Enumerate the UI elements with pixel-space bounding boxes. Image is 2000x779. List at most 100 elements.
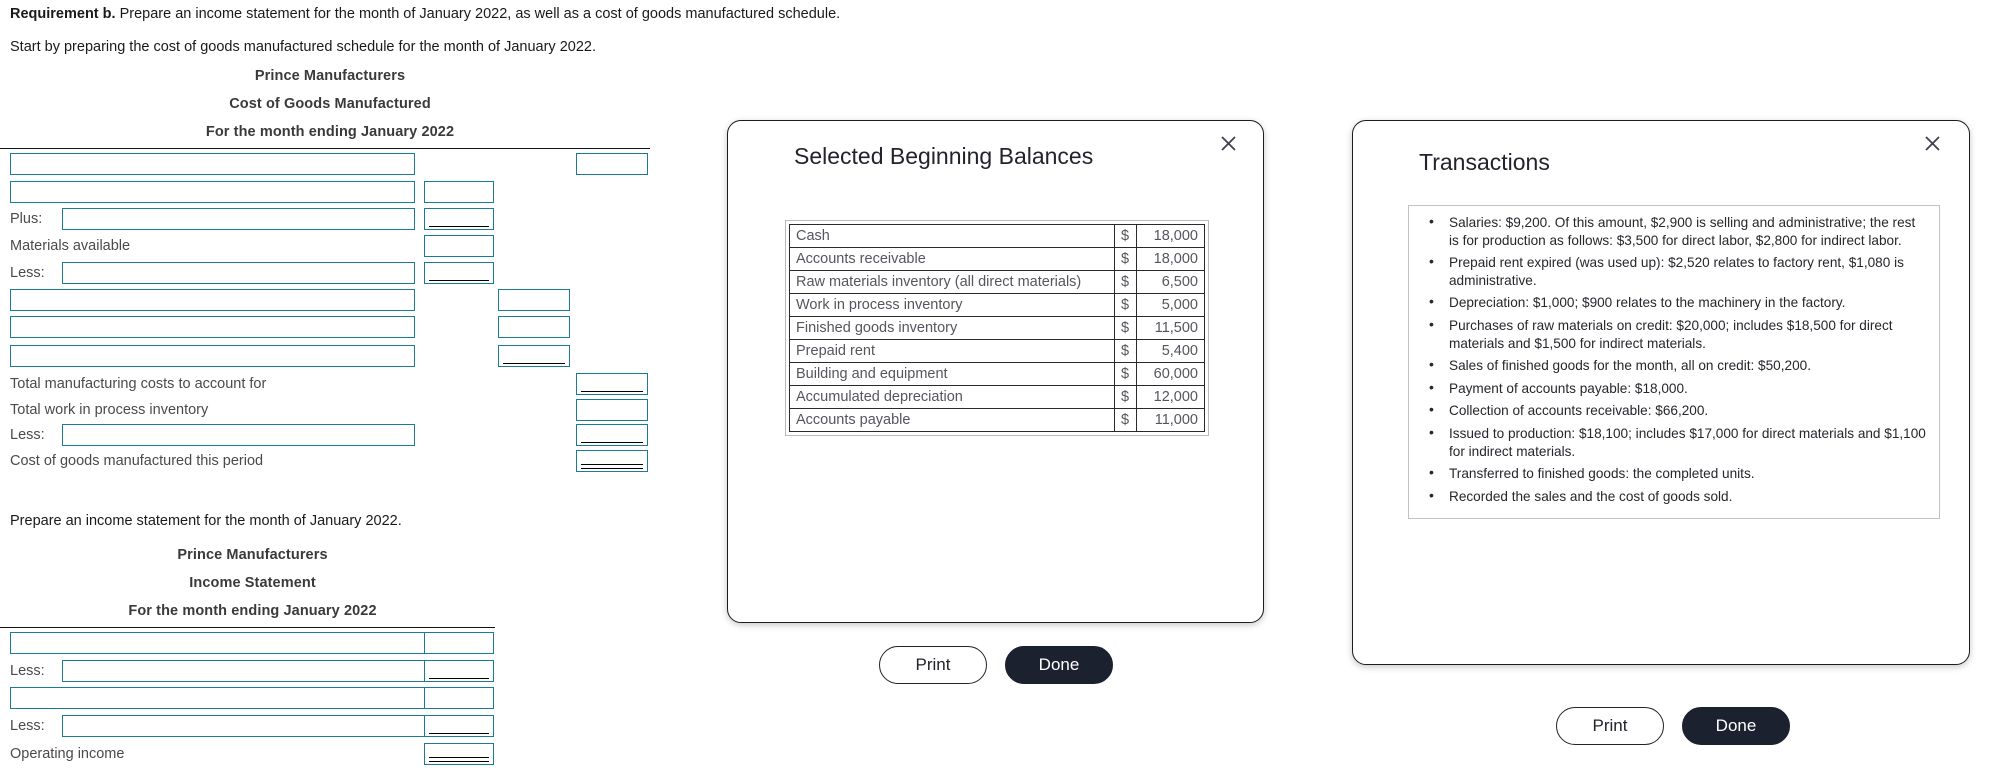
balance-currency: $ [1114, 293, 1137, 317]
cogm-r6-description-input[interactable] [10, 288, 415, 311]
income-company: Prince Manufacturers [177, 547, 328, 563]
balance-amount: 18,000 [1136, 224, 1205, 248]
cogm-r3-amount-input[interactable] [424, 207, 494, 230]
close-icon[interactable] [1924, 135, 1941, 152]
cogm-r3-label: Plus: [10, 210, 43, 227]
income-r3-amount-input[interactable] [424, 686, 494, 709]
cogm-row-5: Less: [0, 259, 660, 286]
cogm-r12-total-input[interactable] [576, 450, 648, 472]
cogm-r1-total-input[interactable] [576, 152, 648, 175]
income-instruction: Prepare an income statement for the mont… [10, 513, 402, 529]
income-row-3 [0, 684, 505, 711]
transactions-dialog-titlebar: Transactions [1353, 121, 1969, 177]
income-row-5: Operating income [0, 740, 505, 767]
cogm-row-11: Less: [0, 422, 660, 448]
transactions-dialog: Transactions Salaries: $9,200. Of this a… [1352, 120, 1970, 745]
cogm-r11-label: Less: [10, 427, 45, 443]
cogm-row-1 [0, 149, 660, 178]
balances-dialog-actions: Print Done [879, 646, 1113, 684]
cogm-r8-description-input[interactable] [10, 344, 415, 367]
income-r5-amount-input[interactable] [424, 742, 494, 765]
cogm-worksheet: Prince Manufacturers Cost of Goods Manuf… [0, 62, 660, 474]
cogm-row-2 [0, 178, 660, 205]
balance-currency: $ [1114, 385, 1137, 409]
balance-account: Accumulated depreciation [789, 385, 1115, 409]
income-r2-description-input[interactable] [62, 659, 425, 682]
income-r1-description-input[interactable] [10, 631, 425, 654]
requirement-label: Requirement b. [10, 6, 116, 22]
close-icon[interactable] [1220, 135, 1237, 152]
cogm-row-6 [0, 286, 660, 313]
print-button[interactable]: Print [879, 646, 987, 684]
cogm-r9-total-input[interactable] [576, 373, 648, 395]
income-statement: Income Statement [189, 575, 316, 591]
table-row: Accounts receivable $18,000 [789, 247, 1205, 271]
list-item: Recorded the sales and the cost of goods… [1429, 487, 1927, 506]
cogm-r7-description-input[interactable] [10, 315, 415, 338]
table-row: Building and equipment $60,000 [789, 362, 1205, 386]
cogm-r4-label: Materials available [10, 237, 131, 254]
requirement-text: Prepare an income statement for the mont… [115, 6, 841, 22]
cogm-row-4: Materials available [0, 232, 660, 259]
table-row: Finished goods inventory $11,500 [789, 316, 1205, 340]
cogm-r11-total-input[interactable] [576, 424, 648, 446]
table-row: Raw materials inventory (all direct mate… [789, 270, 1205, 294]
cogm-row-7 [0, 313, 660, 340]
income-r5-label: Operating income [10, 745, 125, 762]
list-item: Sales of finished goods for the month, a… [1429, 356, 1927, 375]
cogm-r8-amount-input[interactable] [498, 344, 570, 367]
list-item: Collection of accounts receivable: $66,2… [1429, 401, 1927, 420]
done-button[interactable]: Done [1005, 646, 1113, 684]
balance-currency: $ [1114, 270, 1137, 294]
cogm-r12-label: Cost of goods manufactured this period [10, 453, 264, 469]
income-r2-label: Less: [10, 662, 45, 679]
balance-amount: 11,500 [1136, 316, 1205, 340]
cogm-period: For the month ending January 2022 [205, 124, 455, 140]
cogm-r6-amount-input[interactable] [498, 288, 570, 311]
table-row: Accounts payable $11,000 [789, 408, 1205, 432]
cogm-r2-amount-input[interactable] [424, 180, 494, 203]
list-item: Depreciation: $1,000; $900 relates to th… [1429, 293, 1927, 312]
list-item: Prepaid rent expired (was used up): $2,5… [1429, 253, 1927, 289]
cogm-row-9: Total manufacturing costs to account for [0, 371, 660, 397]
balance-amount: 6,500 [1136, 270, 1205, 294]
balances-table-wrapper: Cash $18,000 Accounts receivable $18,000 R… [785, 220, 1209, 436]
cogm-r4-amount-input[interactable] [424, 234, 494, 257]
cogm-r3-description-input[interactable] [62, 207, 415, 230]
cogm-r5-description-input[interactable] [62, 261, 415, 284]
requirement-prompt: Requirement b. Prepare an income stateme… [10, 6, 840, 22]
income-row-4: Less: [0, 711, 505, 740]
income-r4-amount-input[interactable] [424, 714, 494, 737]
print-button[interactable]: Print [1556, 707, 1664, 745]
cogm-r2-description-input[interactable] [10, 180, 415, 203]
income-r2-amount-input[interactable] [424, 659, 494, 682]
income-r3-description-input[interactable] [10, 686, 425, 709]
cogm-r7-amount-input[interactable] [498, 315, 570, 338]
balance-currency: $ [1114, 339, 1137, 363]
balance-amount: 18,000 [1136, 247, 1205, 271]
balance-currency: $ [1114, 408, 1137, 432]
cogm-statement: Cost of Goods Manufactured [229, 96, 431, 112]
income-r1-amount-input[interactable] [424, 631, 494, 654]
balance-currency: $ [1114, 224, 1137, 248]
list-item: Transferred to finished goods: the compl… [1429, 464, 1927, 483]
balance-currency: $ [1114, 247, 1137, 271]
balances-dialog-titlebar: Selected Beginning Balances [728, 121, 1263, 177]
income-r4-description-input[interactable] [62, 714, 425, 737]
done-button[interactable]: Done [1682, 707, 1790, 745]
balance-account: Cash [789, 224, 1115, 248]
income-worksheet: Prince Manufacturers Income Statement Fo… [0, 541, 505, 767]
cogm-r1-description-input[interactable] [10, 152, 415, 175]
cogm-r11-description-input[interactable] [62, 424, 415, 446]
list-item: Salaries: $9,200. Of this amount, $2,900… [1429, 213, 1927, 249]
transactions-dialog-actions: Print Done [1556, 707, 1790, 745]
table-row: Accumulated depreciation $12,000 [789, 385, 1205, 409]
cogm-r10-total-input[interactable] [576, 398, 648, 421]
cogm-r5-amount-input[interactable] [424, 261, 494, 284]
cogm-r10-label: Total work in process inventory [10, 401, 209, 418]
balance-account: Building and equipment [789, 362, 1115, 386]
balance-amount: 5,400 [1136, 339, 1205, 363]
cogm-r5-label: Less: [10, 264, 45, 281]
selected-beginning-balances-dialog: Selected Beginning Balances Cash $18,000 … [727, 120, 1264, 684]
balance-account: Accounts payable [789, 408, 1115, 432]
